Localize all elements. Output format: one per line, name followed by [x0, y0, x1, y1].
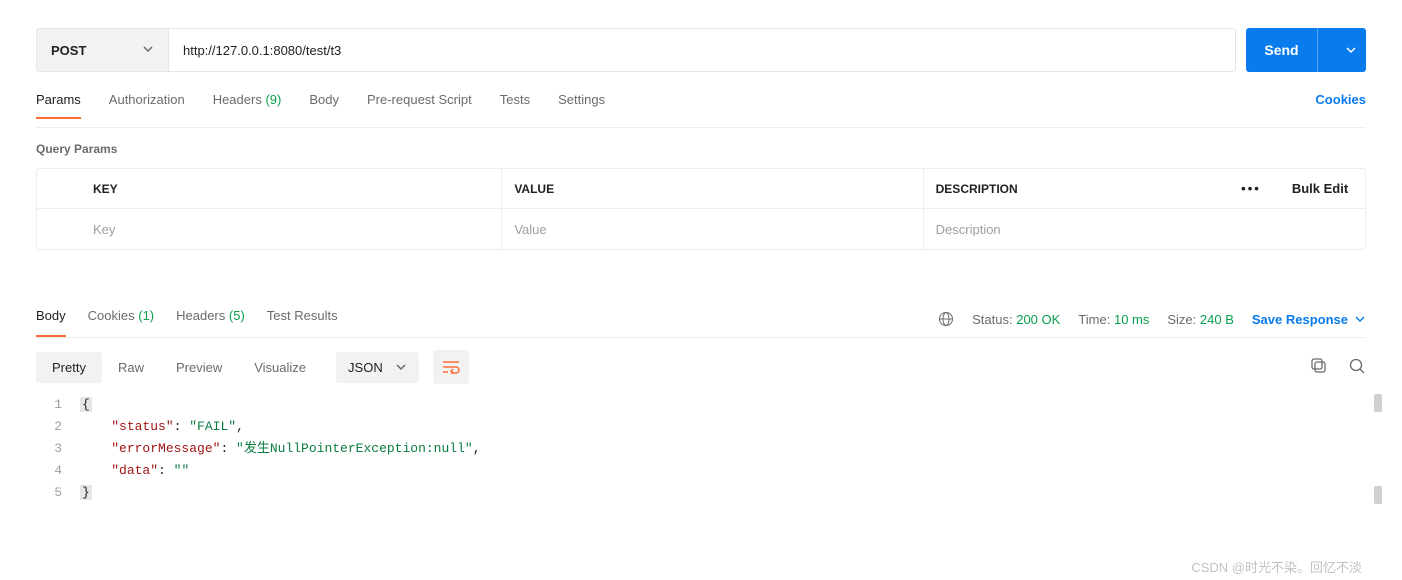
- table-row[interactable]: Key Value Description: [37, 209, 1365, 249]
- tab-settings[interactable]: Settings: [558, 92, 605, 119]
- response-tab-headers[interactable]: Headers (5): [176, 308, 245, 337]
- view-pretty[interactable]: Pretty: [36, 352, 102, 383]
- params-table: KEY VALUE DESCRIPTION ••• Bulk Edit Key …: [36, 168, 1366, 250]
- method-select[interactable]: POST: [36, 28, 168, 72]
- code-line: 4 "data": "": [36, 460, 1366, 482]
- tab-tests[interactable]: Tests: [500, 92, 530, 119]
- response-tab-cookies[interactable]: Cookies (1): [88, 308, 154, 337]
- method-value: POST: [51, 43, 86, 58]
- tab-pre-request[interactable]: Pre-request Script: [367, 92, 472, 119]
- chevron-down-icon: [1354, 313, 1366, 325]
- tab-headers-label: Headers: [213, 92, 262, 107]
- chevron-down-icon: [142, 43, 154, 58]
- send-label: Send: [1246, 28, 1318, 72]
- url-input[interactable]: [168, 28, 1236, 72]
- cookies-link[interactable]: Cookies: [1315, 92, 1366, 107]
- search-icon[interactable]: [1348, 357, 1366, 378]
- code-line: 5}: [36, 482, 1366, 504]
- query-params-title: Query Params: [36, 142, 1366, 156]
- view-preview[interactable]: Preview: [160, 352, 238, 383]
- tab-headers-count: (9): [265, 92, 281, 107]
- save-response-button[interactable]: Save Response: [1252, 312, 1366, 327]
- tab-body[interactable]: Body: [309, 92, 339, 119]
- copy-icon[interactable]: [1310, 357, 1328, 378]
- code-line: 3 "errorMessage": "发生NullPointerExceptio…: [36, 438, 1366, 460]
- chevron-down-icon: [395, 361, 407, 373]
- column-key: KEY: [81, 169, 502, 208]
- column-description: DESCRIPTION: [924, 169, 1227, 208]
- more-options[interactable]: •••: [1227, 169, 1275, 208]
- chevron-down-icon[interactable]: [1336, 44, 1366, 56]
- send-button[interactable]: Send: [1246, 28, 1366, 72]
- globe-icon[interactable]: [938, 311, 954, 327]
- response-tab-body[interactable]: Body: [36, 308, 66, 337]
- wrap-icon: [442, 360, 460, 374]
- time-label: Time: 10 ms: [1078, 312, 1149, 327]
- view-visualize[interactable]: Visualize: [238, 352, 322, 383]
- checkbox-column: [37, 169, 81, 208]
- column-value: VALUE: [502, 169, 923, 208]
- code-line: 1{: [36, 394, 1366, 416]
- key-input[interactable]: Key: [81, 209, 502, 249]
- format-select[interactable]: JSON: [336, 352, 419, 383]
- wrap-lines-button[interactable]: [433, 350, 469, 384]
- response-body[interactable]: 1{2 "status": "FAIL",3 "errorMessage": "…: [36, 394, 1366, 504]
- description-input[interactable]: Description: [924, 209, 1227, 249]
- view-raw[interactable]: Raw: [102, 352, 160, 383]
- code-line: 2 "status": "FAIL",: [36, 416, 1366, 438]
- value-input[interactable]: Value: [502, 209, 923, 249]
- status-label: Status: 200 OK: [972, 312, 1060, 327]
- bulk-edit-button[interactable]: Bulk Edit: [1275, 169, 1365, 208]
- watermark: CSDN @时光不染。回忆不淡: [1191, 557, 1362, 576]
- tab-authorization[interactable]: Authorization: [109, 92, 185, 119]
- tab-params[interactable]: Params: [36, 92, 81, 119]
- tab-headers[interactable]: Headers (9): [213, 92, 282, 119]
- response-tab-test-results[interactable]: Test Results: [267, 308, 338, 337]
- size-label: Size: 240 B: [1167, 312, 1234, 327]
- scrollbar-handle[interactable]: [1374, 486, 1382, 504]
- scrollbar-handle[interactable]: [1374, 394, 1382, 412]
